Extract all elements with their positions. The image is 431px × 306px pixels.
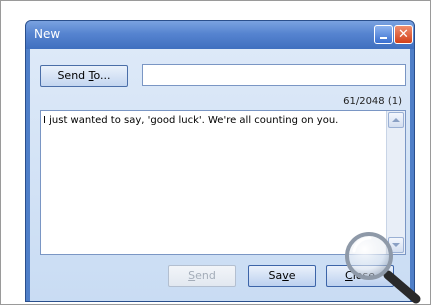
send-to-button[interactable]: Send To...: [40, 65, 128, 87]
scroll-up-button[interactable]: [388, 112, 404, 128]
page-frame: New ✕ Send To... 61/2048 (1) I just want…: [0, 0, 431, 305]
send-to-label-rest: o...: [93, 69, 111, 82]
close-window-button[interactable]: ✕: [394, 25, 413, 44]
character-counter: 61/2048 (1): [343, 96, 402, 107]
minimize-button[interactable]: [374, 25, 393, 44]
minimize-icon: [380, 37, 387, 39]
send-label: end: [195, 269, 216, 282]
send-button[interactable]: Send: [168, 265, 236, 287]
send-to-label: Send: [57, 69, 89, 82]
magnifier-cursor-icon: [345, 232, 421, 304]
save-label-rest: e: [288, 269, 296, 282]
window-title: New: [34, 27, 61, 41]
close-icon: ✕: [398, 27, 409, 42]
message-text[interactable]: I just wanted to say, 'good luck'. We're…: [43, 114, 373, 127]
save-button[interactable]: Save: [248, 265, 316, 287]
title-bar[interactable]: New ✕: [26, 21, 414, 49]
save-label: Sa: [268, 269, 283, 282]
recipient-input[interactable]: [142, 64, 406, 86]
